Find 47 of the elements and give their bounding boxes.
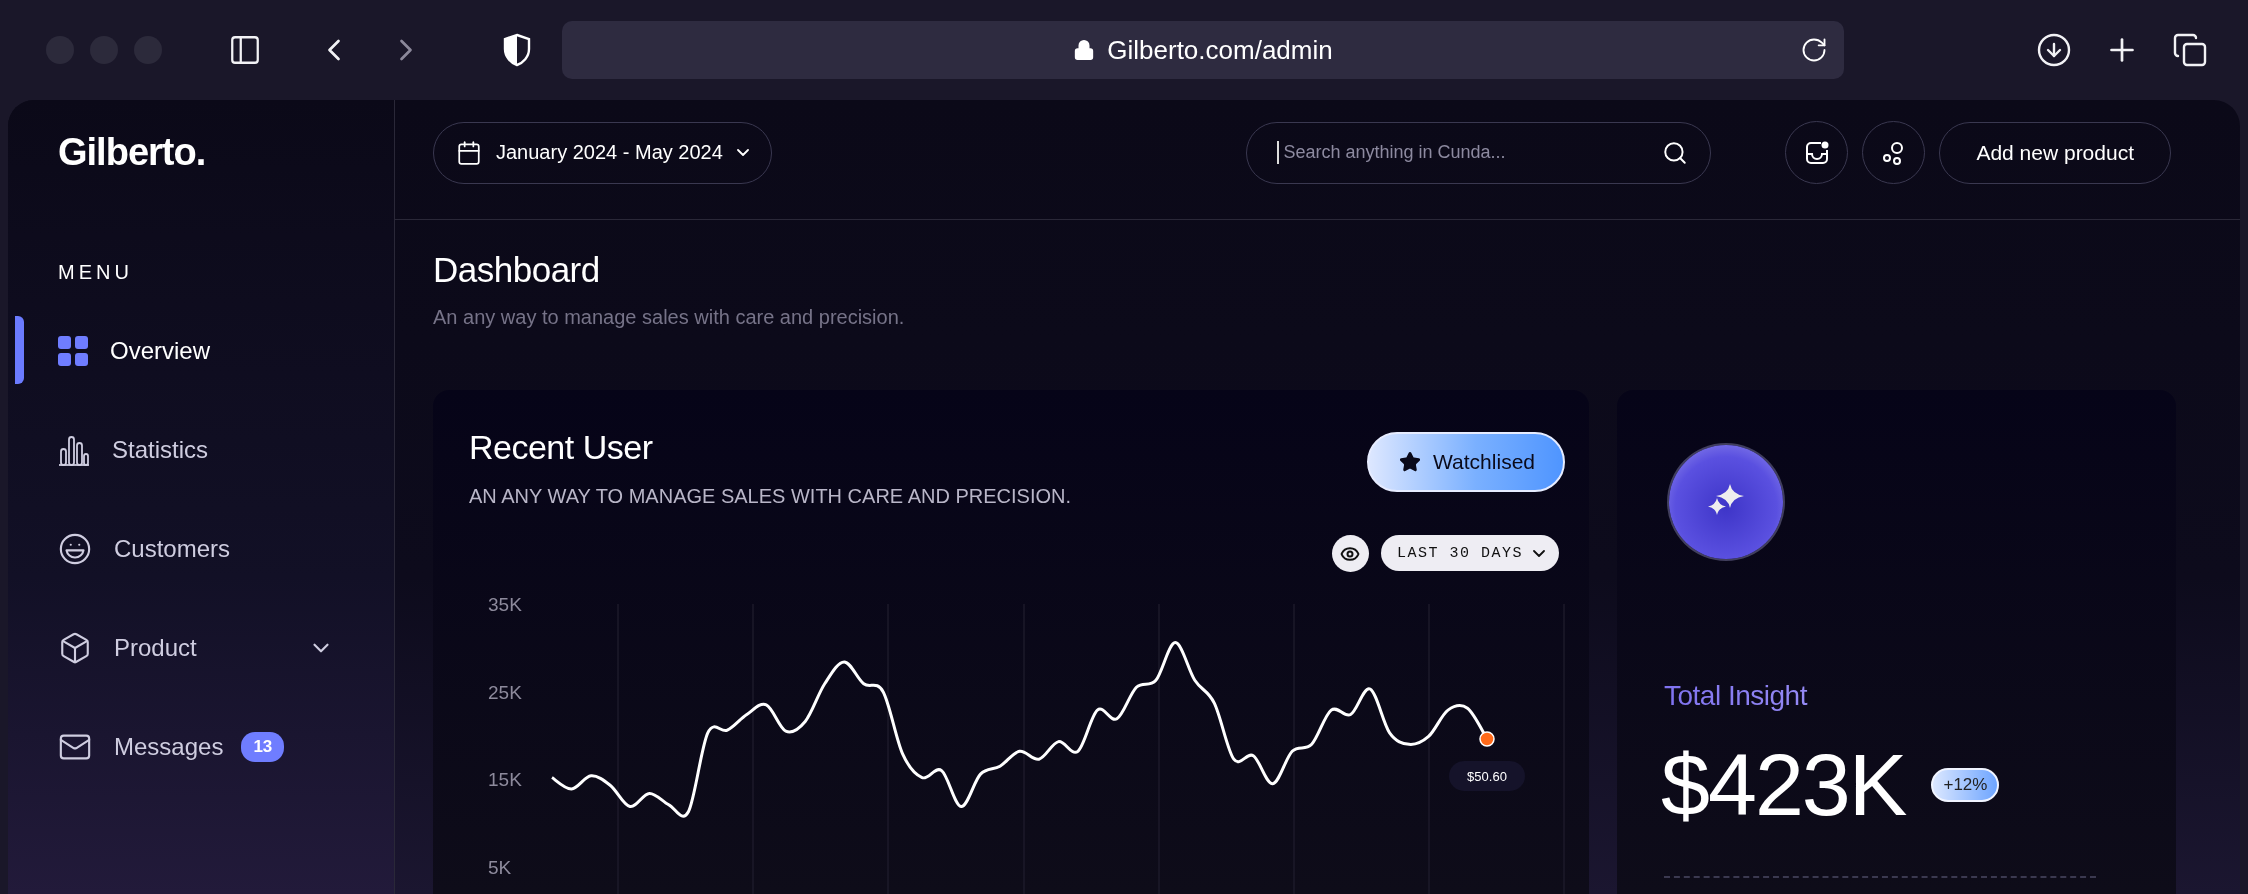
insight-value: $423K bbox=[1661, 734, 1906, 836]
count-badge: 13 bbox=[241, 731, 285, 762]
shield-icon[interactable] bbox=[502, 33, 532, 67]
menu-heading: MENU bbox=[58, 261, 134, 284]
data-point-marker bbox=[1479, 731, 1495, 747]
calendar-icon bbox=[456, 139, 482, 166]
nav-item[interactable]: Messages 13 bbox=[58, 697, 394, 796]
lock-icon bbox=[1073, 39, 1096, 61]
address-bar[interactable]: Gilberto.com/admin bbox=[562, 21, 1844, 79]
search-icon bbox=[1662, 139, 1689, 166]
nav-item[interactable]: Overview bbox=[58, 301, 394, 400]
search-input[interactable]: Search anything in Cunda... bbox=[1277, 141, 1663, 164]
nav-label: Statistics bbox=[112, 435, 209, 464]
active-indicator bbox=[15, 316, 24, 384]
url-text: Gilberto.com/admin bbox=[1107, 34, 1333, 66]
visibility-toggle[interactable] bbox=[1331, 535, 1369, 572]
page-title: Dashboard bbox=[433, 250, 601, 290]
bar-chart-icon bbox=[58, 433, 90, 466]
tabs-overview-icon[interactable] bbox=[2172, 32, 2208, 68]
chevron-down-icon bbox=[736, 149, 749, 156]
y-axis-label: 15K bbox=[488, 769, 522, 791]
y-axis-label: 35K bbox=[488, 594, 522, 615]
nav-label: Overview bbox=[110, 336, 211, 365]
star-icon bbox=[1399, 451, 1422, 473]
sidebar-toggle-icon[interactable] bbox=[228, 33, 262, 67]
nav-item[interactable]: Product bbox=[58, 598, 394, 697]
smiley-face-icon bbox=[58, 531, 92, 566]
nav-label: Messages bbox=[114, 732, 224, 761]
download-icon[interactable] bbox=[2036, 32, 2072, 68]
card-title: Recent User bbox=[469, 428, 654, 467]
cube-icon bbox=[58, 630, 92, 665]
nav-label: Product bbox=[114, 633, 197, 662]
card-subtitle: AN ANY WAY TO MANAGE SALES WITH CARE AND PRECISION. bbox=[469, 485, 1071, 508]
range-dropdown[interactable]: LAST 30 DAYS bbox=[1380, 535, 1559, 571]
y-axis-label: 25K bbox=[488, 681, 522, 703]
nav-item[interactable]: Statistics bbox=[58, 400, 394, 499]
nav-item[interactable]: Customers bbox=[58, 499, 394, 598]
chevron-down-icon bbox=[1533, 549, 1545, 557]
y-axis-label: 5K bbox=[488, 857, 512, 878]
app-logo: Gilberto. bbox=[58, 129, 207, 175]
change-badge: +12% bbox=[1931, 768, 2000, 802]
nav-label: Customers bbox=[114, 534, 231, 563]
page-subtitle: An any way to manage sales with care and precision. bbox=[433, 306, 906, 329]
value-tooltip-text: $50.60 bbox=[1467, 769, 1507, 784]
grid-icon bbox=[58, 335, 88, 366]
reload-icon[interactable] bbox=[1800, 36, 1828, 64]
watchlist-button[interactable]: Watchlised bbox=[1367, 432, 1565, 492]
